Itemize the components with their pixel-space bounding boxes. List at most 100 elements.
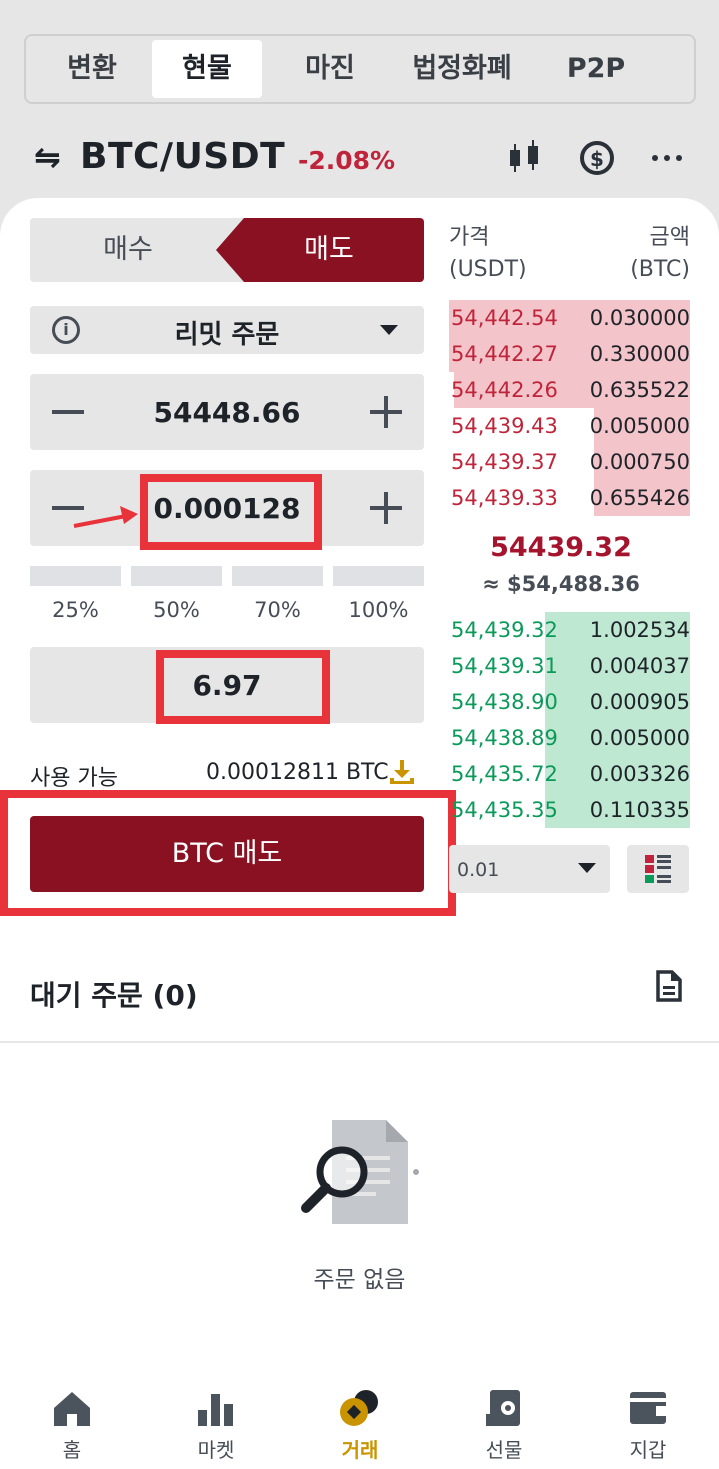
percent-25-label[interactable]: 25%	[30, 598, 121, 622]
sell-tab[interactable]: 매도	[216, 218, 424, 282]
bid-row[interactable]: 54,435.35 0.110335	[449, 792, 690, 828]
candlestick-chart-icon[interactable]	[506, 138, 542, 178]
trade-coins-icon	[340, 1390, 378, 1426]
empty-orders-text: 주문 없음	[313, 1267, 406, 1293]
tab-convert[interactable]: 변환	[36, 40, 148, 98]
ask-price: 54,442.27	[451, 342, 558, 366]
ask-price: 54,442.26	[451, 378, 558, 402]
order-type-label: 리밋 주문	[174, 320, 280, 350]
orderbook-price-header-unit: (USDT)	[449, 257, 527, 282]
percent-70-bar[interactable]	[232, 566, 323, 586]
ask-amount: 0.000750	[589, 450, 690, 474]
bid-amount: 0.005000	[589, 726, 690, 750]
ask-amount: 0.005000	[589, 414, 690, 438]
total-highlight-box	[156, 650, 330, 724]
tab-p2p[interactable]: P2P	[542, 40, 650, 98]
bid-row[interactable]: 54,435.72 0.003326	[449, 756, 690, 792]
pair-header: ⇋ BTC/USDT -2.08% $	[0, 130, 719, 190]
open-orders-title: 대기 주문 (0)	[30, 979, 198, 1012]
pair-name[interactable]: BTC/USDT	[80, 136, 285, 177]
bid-amount: 0.000905	[589, 690, 690, 714]
price-input[interactable]: 54448.66	[30, 396, 424, 429]
nav-futures[interactable]: 선물	[444, 1380, 564, 1463]
price-stepper[interactable]: 54448.66	[30, 374, 424, 450]
ask-price: 54,439.37	[451, 450, 558, 474]
orderbook-layout-icon	[645, 855, 671, 883]
orderbook-amount-header-label: 금액	[649, 225, 690, 250]
chevron-down-icon	[578, 863, 596, 873]
percent-100-label[interactable]: 100%	[333, 598, 424, 622]
bid-row[interactable]: 54,439.31 0.004037	[449, 648, 690, 684]
tab-fiat[interactable]: 법정화폐	[398, 40, 526, 98]
tab-margin[interactable]: 마진	[276, 40, 384, 98]
markets-bar-icon	[198, 1394, 233, 1426]
percent-50-label[interactable]: 50%	[131, 598, 222, 622]
price-plus-icon-vertical	[384, 396, 388, 428]
nav-markets-label: 마켓	[197, 1438, 235, 1462]
side-toggle: 매수 매도	[30, 218, 424, 282]
bottom-nav: 홈 마켓 거래 선물 지갑	[0, 1380, 719, 1469]
last-price: 54439.32	[490, 532, 632, 563]
percent-100-bar[interactable]	[333, 566, 424, 586]
percent-50-bar[interactable]	[131, 566, 222, 586]
available-label: 사용 가능	[30, 766, 118, 791]
ask-row[interactable]: 54,442.54 0.030000	[449, 300, 690, 336]
ask-row[interactable]: 54,439.37 0.000750	[449, 444, 690, 480]
home-icon	[54, 1392, 90, 1426]
dollar-coin-icon[interactable]: $	[578, 138, 616, 178]
tab-spot[interactable]: 현물	[152, 40, 262, 98]
ask-row[interactable]: 54,442.27 0.330000	[449, 336, 690, 372]
bid-row[interactable]: 54,438.90 0.000905	[449, 684, 690, 720]
nav-wallet[interactable]: 지갑	[588, 1380, 708, 1463]
ask-price: 54,439.43	[451, 414, 558, 438]
nav-markets[interactable]: 마켓	[156, 1380, 276, 1463]
nav-home-label: 홈	[62, 1438, 82, 1462]
bid-price: 54,435.35	[451, 798, 558, 822]
market-tabs: 변환 현물 마진 법정화폐 P2P	[24, 34, 696, 104]
bid-price: 54,435.72	[451, 762, 558, 786]
ask-price: 54,442.54	[451, 306, 558, 330]
ask-price: 54,439.33	[451, 486, 558, 510]
last-price-usd: ≈ $54,488.36	[482, 572, 640, 596]
nav-trade[interactable]: 거래	[300, 1380, 420, 1463]
sell-button-highlight-box	[0, 790, 456, 916]
bid-row[interactable]: 54,438.89 0.005000	[449, 720, 690, 756]
empty-orders-icon	[301, 1120, 419, 1224]
bid-amount: 0.003326	[589, 762, 690, 786]
available-value: 0.00012811 BTC	[206, 760, 389, 785]
ask-amount: 0.655426	[589, 486, 690, 510]
nav-home[interactable]: 홈	[12, 1380, 132, 1463]
svg-text:$: $	[590, 147, 604, 171]
ask-row[interactable]: 54,439.43 0.005000	[449, 408, 690, 444]
bid-row[interactable]: 54,439.32 1.002534	[449, 612, 690, 648]
order-type-select[interactable]: i 리밋 주문	[30, 306, 424, 354]
swap-pair-icon[interactable]: ⇋	[34, 138, 61, 176]
transfer-download-icon[interactable]	[388, 758, 416, 786]
futures-icon	[486, 1390, 520, 1426]
bid-price: 54,438.90	[451, 690, 558, 714]
more-options-icon[interactable]	[650, 138, 686, 178]
ask-row[interactable]: 54,439.33 0.655426	[449, 480, 690, 516]
depth-precision-value: 0.01	[457, 859, 500, 881]
order-history-icon[interactable]	[656, 970, 682, 1002]
divider	[0, 1041, 719, 1043]
depth-precision-select[interactable]: 0.01	[449, 845, 610, 893]
nav-futures-label: 선물	[485, 1438, 523, 1462]
nav-wallet-label: 지갑	[629, 1438, 667, 1462]
bid-price: 54,439.31	[451, 654, 558, 678]
orderbook-price-header-label: 가격	[449, 225, 490, 250]
percent-25-bar[interactable]	[30, 566, 121, 586]
ask-row[interactable]: 54,442.26 0.635522	[449, 372, 690, 408]
amount-highlight-box	[140, 474, 322, 550]
ask-amount: 0.030000	[589, 306, 690, 330]
bid-amount: 1.002534	[589, 618, 690, 642]
orderbook-price-header: 가격 (USDT)	[449, 222, 527, 286]
chevron-down-icon	[380, 325, 398, 335]
buy-tab[interactable]: 매수	[30, 218, 226, 282]
orderbook-amount-header: 금액 (BTC)	[600, 222, 690, 286]
ask-amount: 0.330000	[589, 342, 690, 366]
amount-plus-icon-vertical	[384, 492, 388, 524]
bid-price: 54,438.89	[451, 726, 558, 750]
orderbook-layout-button[interactable]	[627, 845, 689, 893]
percent-70-label[interactable]: 70%	[232, 598, 323, 622]
